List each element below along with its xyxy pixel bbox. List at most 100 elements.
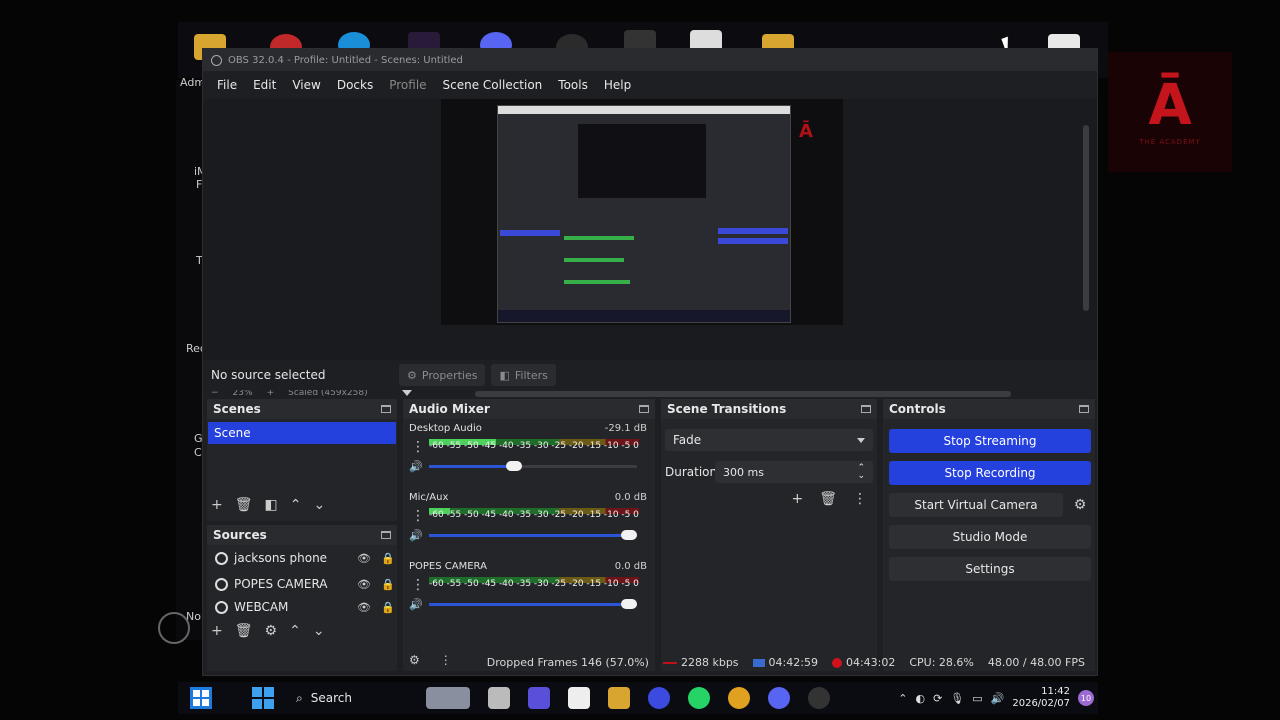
start-virtual-camera-button[interactable]: Start Virtual Camera (889, 493, 1063, 517)
add-source-icon[interactable]: + (211, 623, 223, 639)
taskbar-app-image[interactable] (426, 687, 470, 709)
taskbar-app-window[interactable] (488, 687, 510, 709)
menu-profile[interactable]: Profile (381, 78, 434, 92)
lock-icon[interactable]: 🔒 (379, 578, 397, 591)
volume-slider[interactable] (429, 461, 637, 471)
move-up-icon[interactable]: ⌃ (290, 497, 302, 513)
move-down-icon[interactable]: ⌄ (313, 623, 325, 639)
speaker-icon[interactable]: 🔊 (409, 598, 423, 611)
speaker-icon[interactable]: 🔊 (409, 460, 423, 473)
lock-icon[interactable]: 🔒 (379, 601, 397, 614)
scene-list-item[interactable]: Scene (208, 422, 396, 444)
virtual-camera-settings-icon[interactable]: ⚙ (1069, 497, 1091, 513)
window-titlebar[interactable]: OBS 32.0.4 - Profile: Untitled - Scenes:… (203, 49, 1097, 71)
no-source-label: No source selected (211, 368, 326, 382)
undock-icon[interactable] (1079, 405, 1089, 413)
menu-help[interactable]: Help (596, 78, 639, 92)
stop-recording-button[interactable]: Stop Recording (889, 461, 1091, 485)
menu-view[interactable]: View (284, 78, 328, 92)
controls-title: Controls (889, 402, 946, 416)
tray-chevron-icon[interactable]: ⌃ (898, 692, 907, 705)
tray-app-icon[interactable]: ⟳ (933, 692, 942, 705)
meter-tick-label: -55 (446, 579, 462, 589)
taskbar-app-folder[interactable] (608, 687, 630, 709)
move-up-icon[interactable]: ⌃ (289, 623, 301, 639)
preview-horizontal-scrollbar[interactable] (475, 391, 1011, 397)
taskbar-app-discord[interactable] (768, 687, 790, 709)
source-item[interactable]: jacksons phone 👁 🔒 (207, 545, 397, 571)
taskbar-app-obs[interactable] (808, 687, 830, 709)
meter-tick-label: -55 (446, 441, 462, 451)
speaker-icon[interactable]: 🔊 (409, 529, 423, 542)
menu-tools[interactable]: Tools (550, 78, 596, 92)
scale-dropdown-icon[interactable] (401, 390, 412, 396)
taskbar-clock[interactable]: 11:42 2026/02/07 (1012, 686, 1070, 710)
notification-badge[interactable]: 10 (1078, 690, 1094, 706)
lock-icon[interactable]: 🔒 (379, 552, 397, 565)
meter-tick-label: -40 (498, 441, 514, 451)
taskbar-app-player[interactable] (648, 687, 670, 709)
source-item[interactable]: WEBCAM 👁 🔒 (207, 597, 397, 617)
channel-menu-icon[interactable]: ⋮ (411, 508, 425, 524)
remove-source-icon[interactable]: 🗑 (235, 623, 253, 639)
visibility-eye-icon[interactable]: 👁 (355, 601, 373, 614)
source-item[interactable]: POPES CAMERA 👁 🔒 (207, 571, 397, 597)
add-scene-icon[interactable]: + (211, 497, 223, 513)
menu-scene-collection[interactable]: Scene Collection (435, 78, 551, 92)
volume-slider[interactable] (429, 599, 637, 609)
settings-button[interactable]: Settings (889, 557, 1091, 581)
meter-tick-label: -25 (551, 510, 567, 520)
meter-tick-label: -35 (516, 579, 532, 589)
slider-knob[interactable] (621, 530, 637, 540)
volume-slider[interactable] (429, 530, 637, 540)
add-transition-icon[interactable]: + (791, 491, 803, 507)
windows-logo-icon[interactable] (252, 687, 274, 709)
remove-scene-icon[interactable]: 🗑 (235, 497, 253, 513)
meter-tick-label: -10 (603, 441, 619, 451)
browser-source-icon (215, 600, 228, 614)
taskbar-search[interactable]: ⌕ Search (290, 685, 420, 711)
taskbar-app-whatsapp[interactable] (688, 687, 710, 709)
filters-button[interactable]: ◧ Filters (491, 364, 556, 386)
duration-spinbox[interactable]: 300 ms ⌃ ⌄ (715, 461, 873, 483)
slider-knob[interactable] (505, 461, 522, 471)
taskbar-app-capcut[interactable] (568, 687, 590, 709)
transition-menu-icon[interactable]: ⋮ (853, 491, 867, 507)
channel-menu-icon[interactable]: ⋮ (411, 577, 425, 593)
taskbar-app-meet[interactable] (528, 687, 550, 709)
undock-icon[interactable] (639, 405, 649, 413)
start-menu-icon[interactable] (190, 687, 212, 709)
menu-edit[interactable]: Edit (245, 78, 284, 92)
properties-button[interactable]: ⚙ Properties (399, 364, 486, 386)
program-preview[interactable]: Ā (441, 99, 843, 325)
stop-streaming-button[interactable]: Stop Streaming (889, 429, 1091, 453)
undock-icon[interactable] (861, 405, 871, 413)
taskbar-app-chrome[interactable] (728, 687, 750, 709)
tray-app-icon[interactable]: ◐ (915, 692, 925, 705)
source-settings-icon[interactable]: ⚙ (265, 623, 278, 639)
network-icon[interactable]: ▭ (972, 692, 982, 705)
undock-icon[interactable] (381, 405, 391, 413)
scene-filters-icon[interactable]: ◧ (265, 497, 278, 513)
channel-name: POPES CAMERA (409, 561, 487, 572)
move-down-icon[interactable]: ⌄ (313, 497, 325, 513)
audio-mixer-dock: Audio Mixer Desktop Audio -29.1 dB ⋮ -60 -55… (403, 399, 655, 671)
channel-menu-icon[interactable]: ⋮ (411, 439, 425, 455)
volume-icon[interactable]: 🔊 (991, 692, 1005, 705)
visibility-eye-icon[interactable]: 👁 (355, 552, 373, 565)
spin-arrows-icon[interactable]: ⌃ ⌄ (857, 464, 865, 481)
menu-file[interactable]: File (209, 78, 245, 92)
undock-icon[interactable] (381, 531, 391, 539)
preview-vertical-scrollbar[interactable] (1083, 125, 1089, 311)
meter-tick-label: -20 (568, 510, 584, 520)
visibility-eye-icon[interactable]: 👁 (355, 578, 373, 591)
microphone-icon[interactable]: 🎙 (950, 692, 964, 705)
duration-value: 300 ms (723, 465, 764, 479)
slider-knob[interactable] (621, 599, 637, 609)
menu-docks[interactable]: Docks (329, 78, 381, 92)
meter-tick-label: -40 (498, 510, 514, 520)
studio-mode-button[interactable]: Studio Mode (889, 525, 1091, 549)
transition-select[interactable]: Fade (665, 429, 873, 451)
sources-title: Sources (213, 528, 267, 542)
remove-transition-icon[interactable]: 🗑 (819, 491, 837, 507)
